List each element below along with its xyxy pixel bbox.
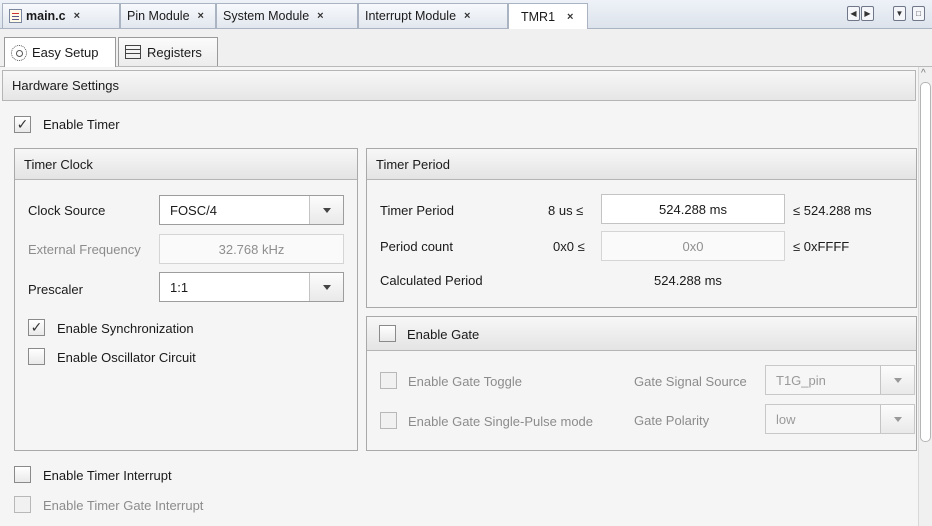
tab-registers[interactable]: Registers (118, 37, 218, 66)
enable-timer-checkbox[interactable]: ✓ (14, 116, 31, 133)
timer-period-input[interactable]: 524.288 ms (601, 194, 785, 224)
enable-gate-single-pulse-label: Enable Gate Single-Pulse mode (408, 414, 594, 429)
enable-oscillator-label: Enable Oscillator Circuit (57, 350, 196, 365)
enable-gate-toggle-label: Enable Gate Toggle (408, 374, 522, 389)
chevron-down-icon[interactable] (309, 196, 343, 224)
enable-gate-single-pulse-checkbox[interactable] (380, 412, 397, 429)
tab-list-menu-icon[interactable]: ▼ (893, 6, 906, 21)
enable-synchronization-checkbox[interactable]: ✓ (28, 319, 45, 336)
section-title: Timer Period (376, 156, 450, 172)
clock-source-value: FOSC/4 (170, 202, 217, 218)
scroll-tabs-left-icon[interactable]: ◀ (847, 6, 860, 21)
enable-synchronization-label: Enable Synchronization (57, 321, 194, 336)
tab-label: Pin Module (127, 9, 190, 23)
restore-window-icon[interactable]: □ (912, 6, 925, 21)
timer-period-min: 8 us ≤ (548, 203, 584, 218)
section-title: Hardware Settings (12, 78, 119, 93)
period-count-input[interactable]: 0x0 (601, 231, 785, 261)
prescaler-value: 1:1 (170, 279, 189, 295)
gate-polarity-label: Gate Polarity (634, 413, 710, 428)
external-frequency-label: External Frequency (28, 242, 141, 257)
gate-signal-source-value: T1G_pin (776, 372, 826, 388)
enable-timer-label: Enable Timer (43, 117, 120, 132)
close-icon[interactable]: × (198, 10, 204, 22)
timer-period-max: ≤ 524.288 ms (793, 203, 872, 218)
tab-main-c[interactable]: main.c × (2, 3, 120, 28)
chevron-down-icon[interactable] (880, 405, 914, 433)
gear-icon (11, 44, 27, 61)
prescaler-select[interactable]: 1:1 (159, 272, 344, 302)
tab-interrupt-module[interactable]: Interrupt Module × (358, 3, 508, 28)
tab-easy-setup[interactable]: Easy Setup (4, 37, 116, 67)
registers-icon (125, 45, 141, 59)
c-file-icon (9, 9, 22, 23)
chevron-down-icon[interactable] (880, 366, 914, 394)
tab-label: System Module (223, 9, 310, 23)
hardware-settings-header: Hardware Settings (2, 70, 916, 101)
tab-label: Registers (147, 44, 202, 60)
tab-label: TMR1 (521, 9, 556, 24)
scroll-up-icon[interactable]: ^ (921, 68, 926, 79)
calculated-period-value: 524.288 ms (654, 273, 722, 288)
gate-signal-source-label: Gate Signal Source (634, 374, 747, 389)
clock-source-select[interactable]: FOSC/4 (159, 195, 344, 225)
enable-oscillator-checkbox[interactable] (28, 348, 45, 365)
enable-timer-gate-interrupt-label: Enable Timer Gate Interrupt (43, 498, 204, 513)
close-icon[interactable]: × (464, 10, 470, 22)
period-count-min: 0x0 ≤ (553, 239, 585, 254)
period-count-max: ≤ 0xFFFF (793, 239, 850, 254)
chevron-down-icon[interactable] (309, 273, 343, 301)
tab-system-module[interactable]: System Module × (216, 3, 358, 28)
enable-gate-label: Enable Gate (407, 327, 480, 342)
close-icon[interactable]: × (74, 10, 80, 22)
tab-label: Interrupt Module (365, 9, 457, 23)
scroll-tabs-right-icon[interactable]: ▶ (861, 6, 874, 21)
enable-gate-toggle-checkbox[interactable] (380, 372, 397, 389)
scrollbar-thumb[interactable] (920, 82, 931, 442)
view-tab-bar: Easy Setup Registers (0, 29, 932, 67)
prescaler-label: Prescaler (28, 282, 83, 297)
tab-tmr1[interactable]: TMR1 × (508, 3, 588, 29)
enable-timer-interrupt-label: Enable Timer Interrupt (43, 468, 172, 483)
enable-gate-checkbox[interactable] (379, 325, 396, 342)
close-icon[interactable]: × (567, 11, 573, 23)
editor-tab-bar: main.c × Pin Module × System Module × In… (0, 0, 932, 29)
gate-polarity-value: low (776, 411, 796, 427)
tab-pin-module[interactable]: Pin Module × (120, 3, 216, 28)
external-frequency-input[interactable]: 32.768 kHz (159, 234, 344, 264)
section-title: Timer Clock (24, 156, 93, 172)
enable-timer-gate-interrupt-checkbox[interactable] (14, 496, 31, 513)
timer-period-label: Timer Period (380, 203, 454, 218)
enable-timer-interrupt-checkbox[interactable] (14, 466, 31, 483)
tab-label: Easy Setup (32, 45, 99, 60)
gate-polarity-select[interactable]: low (765, 404, 915, 434)
close-icon[interactable]: × (317, 10, 323, 22)
tab-label: main.c (26, 9, 66, 23)
timer-clock-header: Timer Clock (15, 149, 357, 180)
clock-source-label: Clock Source (28, 203, 106, 218)
calculated-period-label: Calculated Period (380, 273, 483, 288)
timer-period-header: Timer Period (367, 149, 916, 180)
gate-signal-source-select[interactable]: T1G_pin (765, 365, 915, 395)
period-count-label: Period count (380, 239, 453, 254)
